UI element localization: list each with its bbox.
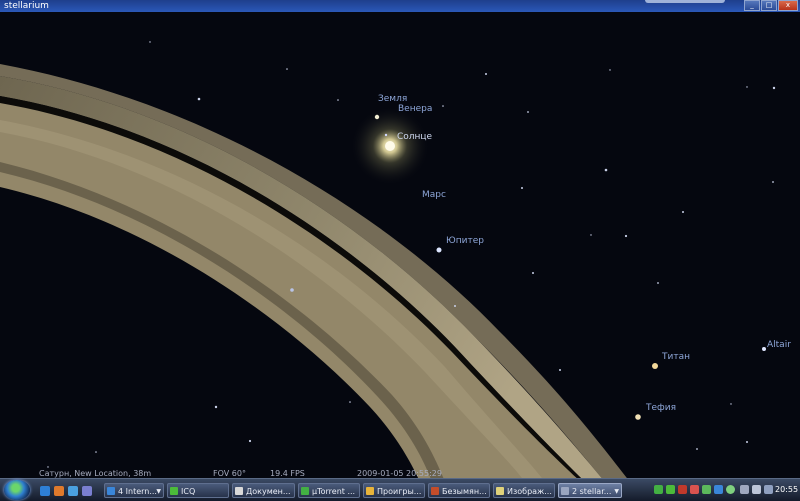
jupiter-marker[interactable] [436,247,442,253]
tray-antivirus-icon[interactable] [678,485,687,494]
window-controls: _ □ x [743,0,798,11]
sky-canvas [0,41,776,478]
task-utorrent[interactable]: µTorrent ... [298,483,360,498]
tray-utorrent-icon[interactable] [654,485,663,494]
tray-keyboard-icon[interactable] [740,485,749,494]
image-icon [496,487,504,495]
venus-marker[interactable] [374,114,380,120]
task-documents[interactable]: Докумен... [232,483,295,498]
earth-marker[interactable] [384,133,388,137]
titan-marker[interactable] [652,363,658,369]
task-internet-explorer[interactable]: 4 Intern... ▼ [104,483,164,498]
altair-marker[interactable] [762,347,766,351]
media-quicklaunch-icon[interactable] [68,486,78,496]
tray-volume-icon[interactable] [752,485,761,494]
tray-monitor-icon[interactable] [764,485,773,494]
document-icon [235,487,243,495]
mars-label: Марс [422,190,446,200]
start-button[interactable] [4,480,30,500]
tethys-label: Тефия [646,403,676,413]
tray-network-icon[interactable] [690,485,699,494]
close-button[interactable]: x [778,0,798,11]
titan-label: Титан [662,352,690,362]
taskbar-clock[interactable]: 20:55 [775,485,798,494]
venus-label: Венера [398,104,433,114]
sun-label: Солнце [397,132,433,142]
earth-label: Земля [378,94,408,104]
tray-icq-icon[interactable] [666,485,675,494]
sun[interactable] [385,141,395,151]
status-fps: 19.4 FPS [270,469,305,478]
altair-label: Altair [767,340,791,350]
tray-shield-icon[interactable] [714,485,723,494]
ie-icon [107,487,115,495]
maximize-button[interactable]: □ [761,0,777,11]
status-fov: FOV 60° [213,469,246,478]
firefox-quicklaunch-icon[interactable] [54,486,64,496]
utorrent-icon [301,487,309,495]
icq-icon [170,487,178,495]
status-location: Сатурн, New Location, 38m [39,469,152,478]
ie-quicklaunch-icon[interactable] [40,486,50,496]
task-player[interactable]: Проигры... [363,483,425,498]
player-icon [366,487,374,495]
task-untitled[interactable]: Безымян... [428,483,490,498]
paint-icon [431,487,439,495]
task-icq[interactable]: ICQ [167,483,229,498]
window-title: stellarium [4,1,49,11]
status-datetime: 2009-01-05 20:55:29 [357,469,442,478]
chevron-down-icon: ▼ [614,488,619,495]
task-stellarium[interactable]: 2 stellar... ▼ [558,483,622,498]
desktop-quicklaunch-icon[interactable] [82,486,92,496]
task-images[interactable]: Изображ... [493,483,555,498]
title-bar-grip [645,0,725,3]
stellarium-icon [561,487,569,495]
minimize-button[interactable]: _ [744,0,760,11]
taskbar: 4 Intern... ▼ ICQ Докумен... µTorrent ..… [0,478,800,501]
tray-status-icon[interactable] [726,485,735,494]
window-title-bar[interactable]: stellarium _ □ x [0,0,800,12]
chevron-down-icon: ▼ [156,488,161,495]
jupiter-label: Юпитер [446,236,484,246]
tethys-marker[interactable] [635,414,641,420]
sky-view[interactable]: Земля Венера Солнце Марс Юпитер Титан Те… [0,12,800,478]
tray-update-icon[interactable] [702,485,711,494]
